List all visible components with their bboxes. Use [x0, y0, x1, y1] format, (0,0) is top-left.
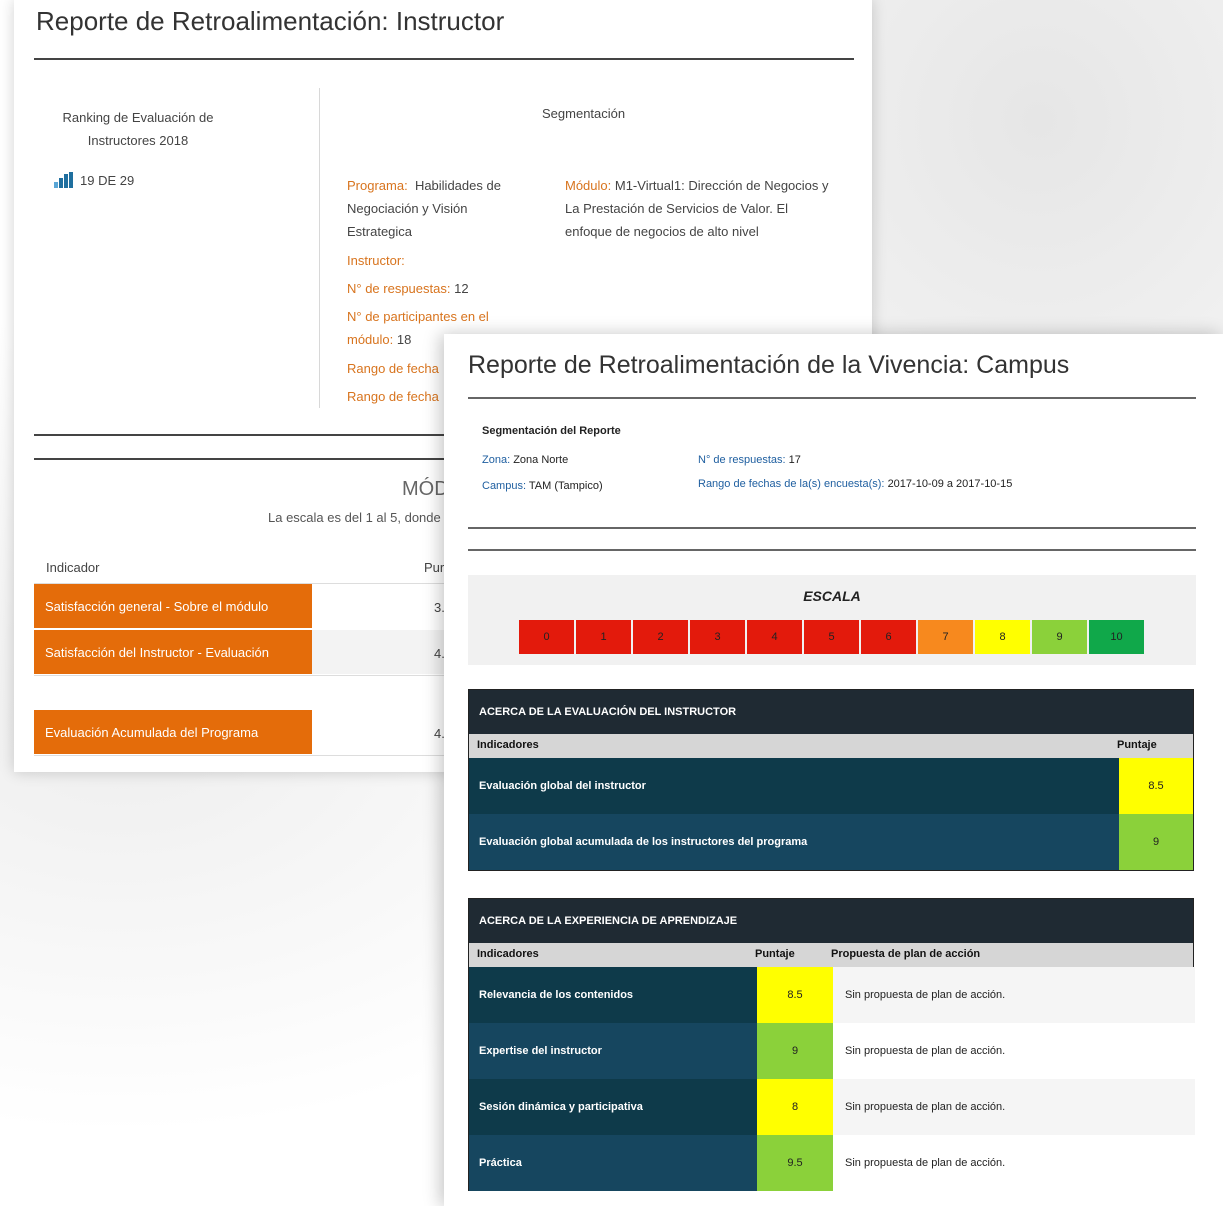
scale-cell: 0: [519, 620, 574, 654]
zona-key: Zona:: [482, 454, 511, 466]
divider: [34, 675, 464, 676]
rango-field-1: Rango de fecha: [347, 357, 439, 380]
modulo-field: Módulo: M1-Virtual1: Dirección de Negoci…: [565, 174, 831, 243]
indicator-score: 9.5: [757, 1135, 833, 1191]
action-plan: Sin propuesta de plan de acción.: [833, 1135, 1195, 1191]
scale-cell: 4: [747, 620, 802, 654]
rango-value: 2017-10-09 a 2017-10-15: [887, 478, 1013, 490]
modulo-key: Módulo:: [565, 178, 612, 193]
puntaje-column-header: Pur: [424, 560, 445, 575]
table-header-row: Indicadores Puntaje: [469, 734, 1193, 758]
indicator-score: 8.5: [1119, 758, 1193, 814]
indicator-score: 8: [757, 1079, 833, 1135]
table-body: Relevancia de los contenidos 8.5 Sin propu…: [469, 967, 1195, 1191]
divider: [468, 527, 1196, 529]
indicadores-column-header: Indicadores: [477, 948, 539, 960]
ranking-value: 19 DE 29: [54, 172, 134, 188]
scale-cell: 5: [804, 620, 859, 654]
indicator-score: 8.5: [757, 967, 833, 1023]
scale-title: ESCALA: [803, 588, 861, 604]
zona-value: Zona Norte: [513, 454, 569, 466]
plan-column-header: Propuesta de plan de acción: [831, 948, 981, 960]
instructor-evaluation-table: ACERCA DE LA EVALUACIÓN DEL INSTRUCTOR I…: [468, 689, 1194, 871]
table-row: Relevancia de los contenidos 8.5 Sin propu…: [469, 967, 1195, 1023]
table-row: Expertise del instructor 9 Sin propuesta d…: [469, 1023, 1195, 1079]
divider: [468, 397, 1196, 399]
instructor-key: Instructor:: [347, 253, 405, 268]
scale-cell: 10: [1089, 620, 1144, 654]
action-plan: Sin propuesta de plan de acción.: [833, 1079, 1195, 1135]
segmentation-title: Segmentación: [542, 106, 626, 121]
scale-cell: 1: [576, 620, 631, 654]
indicador-column-header: Indicador: [46, 560, 100, 575]
rango-field-2: Rango de fecha: [347, 385, 439, 408]
rango-key-1: Rango de fecha: [347, 361, 439, 376]
respuestas-value: 12: [454, 281, 469, 296]
scale-cell: 8: [975, 620, 1030, 654]
campus-report-title: Reporte de Retroalimentación de la Viven…: [468, 351, 1070, 379]
ranking-position: 19 DE 29: [80, 172, 135, 188]
zona-field: Zona: Zona Norte: [482, 454, 568, 466]
divider: [34, 58, 854, 60]
rango-field: Rango de fechas de la(s) encuesta(s): 20…: [698, 478, 1012, 490]
indicator-row-label: Evaluación Acumulada del Programa: [34, 710, 312, 754]
bar-chart-icon: [54, 172, 74, 188]
respuestas-field: N° de respuestas: 12: [347, 277, 469, 300]
indicator-row-label: Satisfacción del Instructor - Evaluación: [34, 630, 312, 674]
table-row: Evaluación global acumulada de los instr…: [469, 814, 1193, 870]
action-plan: Sin propuesta de plan de acción.: [833, 1023, 1195, 1079]
campus-key: Campus:: [482, 480, 527, 492]
programa-key: Programa:: [347, 178, 408, 193]
vertical-divider: [319, 88, 320, 408]
action-plan: Sin propuesta de plan de acción.: [833, 967, 1195, 1023]
programa-field: Programa: Habilidades de Negociación y V…: [347, 174, 507, 243]
learning-experience-table: ACERCA DE LA EXPERIENCIA DE APRENDIZAJE …: [468, 898, 1195, 1191]
indicator-name: Evaluación global acumulada de los instr…: [469, 814, 1119, 870]
respuestas-value: 17: [788, 454, 801, 466]
divider: [34, 755, 464, 756]
table-title: ACERCA DE LA EXPERIENCIA DE APRENDIZAJE: [469, 899, 1193, 943]
scale-cell: 9: [1032, 620, 1087, 654]
respuestas-key: N° de respuestas:: [347, 281, 451, 296]
indicator-score: 9: [757, 1023, 833, 1079]
puntaje-column-header: Puntaje: [755, 948, 795, 960]
scale-legend: ESCALA 0 1 2 3 4 5 6 7 8 9 10: [468, 575, 1196, 665]
table-row: Práctica 9.5 Sin propuesta de plan de acci…: [469, 1135, 1195, 1191]
indicator-name: Evaluación global del instructor: [469, 758, 1119, 814]
indicadores-column-header: Indicadores: [477, 739, 539, 751]
table-title: ACERCA DE LA EVALUACIÓN DEL INSTRUCTOR: [469, 690, 1193, 734]
indicator-name: Relevancia de los contenidos: [469, 967, 757, 1023]
instructor-field: Instructor:: [347, 249, 405, 272]
table-header-row: Indicadores Puntaje Propuesta de plan de…: [469, 943, 1193, 967]
scale-cell: 6: [861, 620, 916, 654]
table-row: Sesión dinámica y participativa 8 Sin prop…: [469, 1079, 1195, 1135]
scale-cells: 0 1 2 3 4 5 6 7 8 9 10: [519, 620, 1144, 654]
respuestas-field: N° de respuestas: 17: [698, 454, 801, 466]
segmentation-report-title: Segmentación del Reporte: [482, 425, 621, 437]
puntaje-column-header: Puntaje: [1117, 739, 1157, 751]
scale-cell: 3: [690, 620, 745, 654]
respuestas-key: N° de respuestas:: [698, 454, 786, 466]
campus-field: Campus: TAM (Tampico): [482, 480, 603, 492]
scale-cell: 7: [918, 620, 973, 654]
scale-note: La escala es del 1 al 5, donde: [268, 510, 441, 525]
divider: [468, 549, 1196, 551]
indicator-score: 9: [1119, 814, 1193, 870]
instructor-report-title: Reporte de Retroalimentación: Instructor: [36, 6, 505, 36]
campus-value: TAM (Tampico): [528, 480, 603, 492]
indicator-row-label: Satisfacción general - Sobre el módulo: [34, 584, 312, 628]
indicator-name: Sesión dinámica y participativa: [469, 1079, 757, 1135]
rango-key-2: Rango de fecha: [347, 389, 439, 404]
indicator-name: Práctica: [469, 1135, 757, 1191]
campus-report-card: Reporte de Retroalimentación de la Viven…: [444, 334, 1223, 1206]
module-heading: MÓD: [402, 478, 449, 500]
table-row: Evaluación global del instructor 8.5: [469, 758, 1193, 814]
indicator-name: Expertise del instructor: [469, 1023, 757, 1079]
table-body: Evaluación global del instructor 8.5 Evalu…: [469, 758, 1193, 870]
rango-key: Rango de fechas de la(s) encuesta(s):: [698, 478, 885, 490]
scale-cell: 2: [633, 620, 688, 654]
participantes-value: 18: [396, 332, 412, 347]
ranking-label: Ranking de Evaluación de Instructores 20…: [62, 110, 214, 148]
